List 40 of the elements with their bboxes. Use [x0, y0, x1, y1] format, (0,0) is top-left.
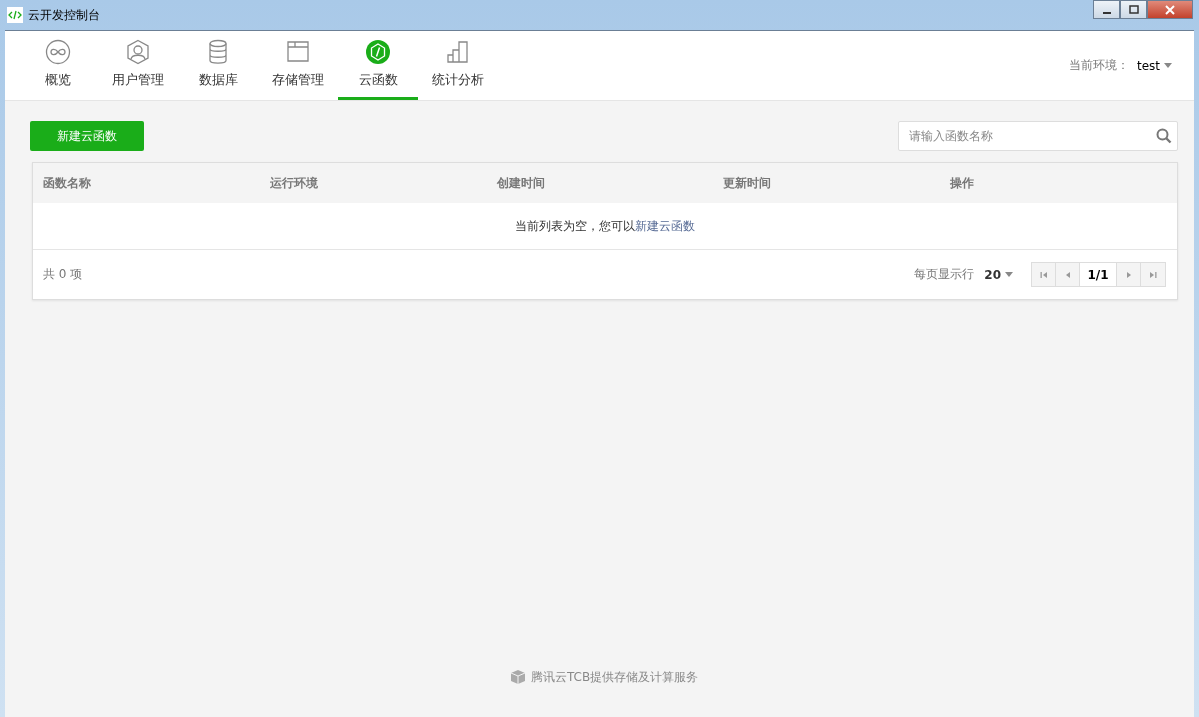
column-header: 操作 [950, 174, 976, 192]
infinity-icon [45, 39, 71, 65]
first-page-button[interactable] [1032, 263, 1056, 286]
next-page-button[interactable] [1117, 263, 1141, 286]
window-title: 云开发控制台 [28, 6, 100, 24]
create-function-link[interactable]: 新建云函数 [635, 218, 695, 233]
column-header: 运行环境 [269, 174, 319, 192]
bar-chart-icon [445, 39, 471, 65]
column-header: 更新时间 [723, 174, 773, 192]
nav-tab[interactable]: 概览 [18, 31, 98, 100]
folder-icon [285, 39, 311, 65]
nav-tab[interactable]: 云函数 [338, 31, 418, 100]
first-page-icon [1038, 269, 1049, 280]
app-logo-icon [7, 7, 23, 23]
search-field[interactable]: 请输入函数名称 [898, 121, 1178, 151]
maximize-button[interactable] [1120, 0, 1147, 19]
search-icon [1156, 128, 1172, 144]
column-header: 创建时间 [496, 174, 546, 192]
nav-tab[interactable]: 统计分析 [418, 31, 498, 100]
last-page-button[interactable] [1141, 263, 1165, 286]
nav-tab[interactable]: 数据库 [178, 31, 258, 100]
nav-tab[interactable]: 存储管理 [258, 31, 338, 100]
minimize-icon [1102, 11, 1111, 14]
credit-text: 腾讯云TCB提供存储及计算服务 [530, 668, 699, 686]
empty-message: 当前列表为空，您可以新建云函数 [515, 217, 695, 235]
page-size-dropdown[interactable]: 20 [984, 267, 1013, 282]
cube-icon [509, 669, 526, 685]
user-hexagon-icon [125, 39, 151, 65]
total-count: 共 0 项 [43, 266, 83, 283]
maximize-icon [1127, 4, 1140, 15]
nav-tab[interactable]: 用户管理 [98, 31, 178, 100]
close-button[interactable] [1147, 0, 1193, 19]
last-page-icon [1148, 269, 1158, 280]
environment-label: 当前环境： [1068, 57, 1129, 74]
column-header: 函数名称 [43, 174, 92, 192]
minimize-button[interactable] [1093, 0, 1120, 19]
close-icon [1164, 4, 1176, 15]
page-size-label: 每页显示行 [914, 266, 975, 283]
previous-page-button[interactable] [1056, 263, 1080, 286]
environment-dropdown[interactable]: test [1136, 58, 1172, 73]
